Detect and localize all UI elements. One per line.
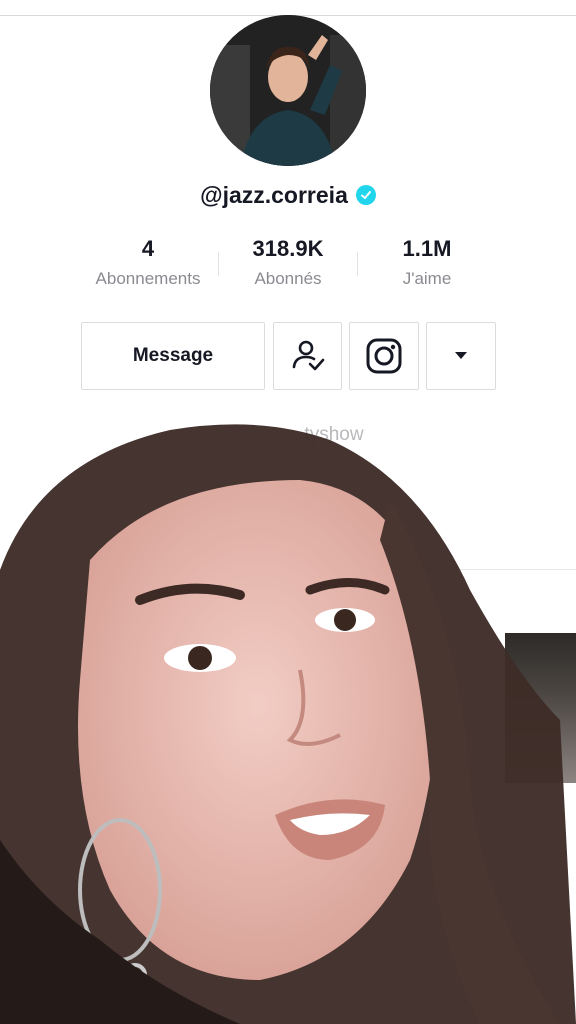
stat-divider: [218, 252, 219, 276]
username-row: @jazz.correia: [0, 178, 576, 212]
stat-label: Abonnements: [95, 269, 201, 288]
following-button[interactable]: [273, 322, 342, 390]
stat-followers[interactable]: 318.9K Abonnés: [218, 234, 358, 289]
stat-likes[interactable]: 1.1M J'aime: [357, 234, 497, 289]
user-check-icon: [292, 340, 324, 371]
username: @jazz.correia: [200, 181, 348, 208]
more-options-button[interactable]: [426, 322, 496, 390]
avatar-image: [210, 15, 366, 166]
profile-avatar[interactable]: [210, 15, 366, 166]
message-button[interactable]: Message: [81, 322, 265, 390]
caret-down-icon: [455, 352, 467, 359]
instagram-button[interactable]: [349, 322, 419, 390]
stat-label: J'aime: [402, 269, 452, 288]
stat-value: 318.9K: [252, 236, 324, 261]
profile-stats: 4 Abonnements 318.9K Abonnés 1.1M J'aime: [0, 234, 576, 304]
stat-value: 4: [141, 236, 155, 261]
verified-badge-icon: [355, 185, 376, 205]
stat-divider: [357, 252, 358, 276]
instagram-icon: [366, 338, 402, 374]
stat-following[interactable]: 4 Abonnements: [78, 234, 218, 289]
stat-label: Abonnés: [254, 269, 322, 288]
stat-value: 1.1M: [402, 236, 452, 261]
video-overlay: [0, 424, 576, 1024]
